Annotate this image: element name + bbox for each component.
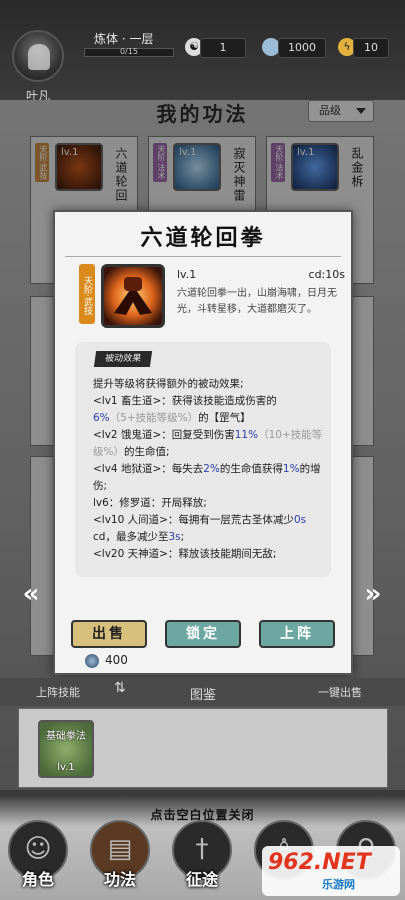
tier-tag: 天阶·武技 bbox=[79, 264, 95, 324]
fist-icon bbox=[101, 264, 165, 328]
passive-line-segment: <lv2 饿鬼道>：回复受到伤害 bbox=[93, 429, 235, 441]
watermark-text: 962.NET bbox=[268, 850, 371, 875]
passive-line-segment: 3s bbox=[168, 531, 181, 543]
passive-line-segment: lv6：修罗道：开局释放; bbox=[93, 497, 207, 509]
passive-line-segment: ; bbox=[180, 531, 185, 543]
passive-line: <lv10 人间道>：每拥有一层荒古圣体减少0s cd，最多减少至3s; bbox=[93, 512, 325, 546]
scroll-icon: ▤ bbox=[107, 834, 133, 864]
skill-detail-modal: 六道轮回拳 天阶·武技 lv.1 cd:10s 六道轮回拳一出，山崩海啸，日月无… bbox=[53, 210, 353, 675]
next-arrow-icon[interactable]: » bbox=[358, 581, 388, 607]
swap-arrow-icon[interactable]: ⇅ bbox=[114, 680, 126, 696]
skill-description: 六道轮回拳一出，山崩海啸，日月无光，斗转星移，大道都磨灭了。 bbox=[177, 288, 337, 315]
spirit-stone-icon bbox=[85, 654, 99, 668]
equipped-skills-label: 上阵技能 bbox=[36, 686, 80, 699]
watermark-sub: 乐游网 bbox=[322, 878, 355, 891]
skill-cooldown: cd:10s bbox=[308, 268, 345, 281]
passive-line-segment: 11% bbox=[234, 429, 259, 441]
passive-line-segment: 的生命值; bbox=[123, 446, 170, 458]
sword-icon: † bbox=[195, 834, 209, 864]
character-icon: ☺ bbox=[24, 834, 52, 864]
passive-line: <lv1 畜生道>：获得该技能造成伤害的 6%（5+技能等级%）的【罡气】 bbox=[93, 393, 325, 427]
passive-line: <lv2 饿鬼道>：回复受到伤害11%（10+技能等级%）的生命值; bbox=[93, 427, 325, 461]
passive-line-segment: 的【罡气】 bbox=[198, 412, 251, 424]
slot-skill-level: lv.1 bbox=[57, 762, 75, 773]
passive-lines: 提升等级将获得额外的被动效果; <lv1 畜生道>：获得该技能造成伤害的 6%（5+… bbox=[93, 376, 325, 563]
passive-line-segment: 2% bbox=[203, 463, 220, 475]
atlas-button[interactable]: 图鉴 bbox=[190, 684, 216, 703]
nav-character-label: 角色 bbox=[21, 870, 54, 889]
passive-line-segment: 6% bbox=[93, 412, 110, 424]
skill-level: lv.1 bbox=[177, 268, 197, 281]
passive-line-segment: <lv20 天神道>：释放该技能期间无敌; bbox=[93, 548, 277, 560]
stat-spirit-stone: 1000 bbox=[278, 38, 326, 58]
exp-text: 0/15 bbox=[120, 47, 138, 56]
passive-line-segment: 0s bbox=[293, 514, 307, 526]
passive-line-segment: <lv10 人间道>：每拥有一层荒古圣体减少 bbox=[93, 514, 294, 526]
passive-line-segment: 提升等级将获得额外的被动效果; bbox=[93, 378, 244, 390]
passive-line-segment: （5+技能等级%） bbox=[109, 412, 199, 424]
passive-label: 被动效果 bbox=[93, 351, 153, 367]
passive-line-segment: <lv1 畜生道>：获得该技能造成伤害的 bbox=[93, 395, 277, 407]
lock-button[interactable]: 锁定 bbox=[165, 620, 241, 648]
realm-label: 炼体 · 一层 bbox=[94, 32, 154, 46]
passive-line: 提升等级将获得额外的被动效果; bbox=[93, 376, 325, 393]
passive-line: <lv4 地狱道>：每失去2%的生命值获得1%的增伤; bbox=[93, 461, 325, 495]
prev-arrow-icon[interactable]: « bbox=[16, 581, 46, 607]
passive-line-segment: 1% bbox=[282, 463, 300, 475]
player-avatar[interactable] bbox=[12, 30, 64, 82]
divider bbox=[65, 256, 341, 257]
stat-lightning: 10 bbox=[353, 38, 389, 58]
slot-skill-name: 基础拳法 bbox=[46, 731, 86, 742]
sell-all-button[interactable]: 一键出售 bbox=[318, 684, 362, 700]
passive-line-segment: <lv4 地狱道>：每失去 bbox=[93, 463, 204, 475]
nav-skills-label: 功法 bbox=[103, 870, 136, 889]
stat-yinyang: 1 bbox=[200, 38, 246, 58]
passive-line-segment: 的生命值获得 bbox=[219, 463, 283, 475]
equip-button[interactable]: 上阵 bbox=[259, 620, 335, 648]
passive-effects-box: 被动效果 提升等级将获得额外的被动效果; <lv1 畜生道>：获得该技能造成伤害的… bbox=[75, 342, 331, 577]
passive-line: <lv20 天神道>：释放该技能期间无敌; bbox=[93, 546, 325, 563]
nav-journey-label: 征途 bbox=[185, 870, 218, 889]
sell-button[interactable]: 出售 bbox=[71, 620, 147, 648]
passive-line-segment: cd，最多减少至 bbox=[93, 531, 169, 543]
modal-title: 六道轮回拳 bbox=[140, 225, 266, 251]
sell-price: 400 bbox=[105, 653, 128, 667]
passive-line: lv6：修罗道：开局释放; bbox=[93, 495, 325, 512]
